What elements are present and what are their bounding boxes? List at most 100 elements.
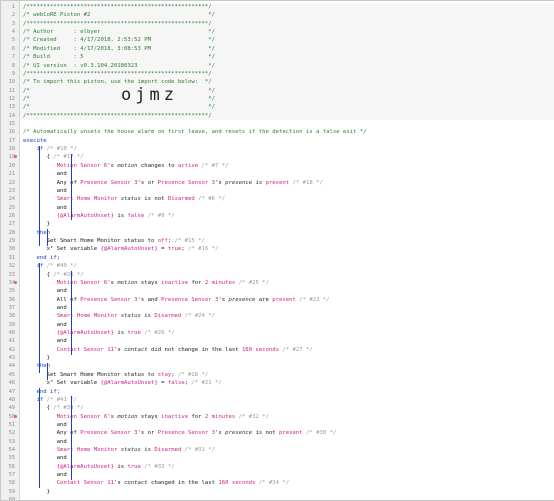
line-number: 18: [8, 146, 15, 153]
code-line: 38 Smart Home Monitor status is Disarmed…: [1, 312, 554, 320]
code-token-plain: 's: [113, 346, 125, 353]
code-token-dim: /* #15 */: [171, 238, 205, 245]
code-token-dev: Presence Sensor 3: [161, 296, 219, 303]
code-token-cmt: /***************************************…: [23, 112, 212, 119]
code-line: 42 Contact Sensor 11's contact did not c…: [1, 346, 554, 354]
code-lines: 1 /**************************************…: [1, 3, 554, 500]
condition-group-bracket-1: [71, 154, 72, 220]
code-line: 19 { /* #17 */: [1, 153, 554, 161]
line-number: 25: [8, 204, 15, 211]
line-number: 31: [8, 254, 15, 261]
code-token-cmt: /* Author : elbyer */: [23, 29, 215, 36]
if-block-bracket-2: [39, 263, 40, 373]
line-number: 13: [8, 104, 15, 111]
code-line: 11 /* */: [1, 87, 554, 95]
code-token-attr: motion: [117, 162, 138, 169]
if-block-bracket-1: [39, 146, 40, 246]
code-line: 41 and: [1, 337, 554, 345]
code-token-plain: for: [188, 413, 205, 420]
line-number: 23: [8, 187, 15, 194]
code-token-plain: =: [157, 246, 168, 253]
code-token-cmt: /* Modified : 4/17/2018, 3:08:53 PM */: [23, 45, 215, 52]
code-text: { /* #26 */: [23, 271, 84, 279]
code-token-plain: and: [23, 304, 67, 311]
code-token-plain: and: [23, 338, 67, 345]
line-number: 12: [8, 95, 15, 102]
code-token-attr: contact: [124, 346, 148, 353]
code-text: Motion Sensor 6's motion stays inactive …: [23, 413, 269, 421]
code-text: and: [23, 337, 67, 345]
code-text: /* To import this piston, use the import…: [23, 78, 212, 86]
code-line: 27 }: [1, 220, 554, 228]
breakpoint-marker-icon[interactable]: [14, 414, 17, 418]
code-token-var: {@AlarmAutoUnset}: [100, 380, 158, 387]
code-line: 26 {@AlarmAutoUnset} is false /* #9 */: [1, 212, 554, 220]
code-token-plain: stays: [137, 413, 162, 420]
code-token-plain: 's: [113, 480, 125, 487]
code-token-val: Disarmed: [167, 196, 195, 203]
code-token-dim: /* #31 */: [181, 447, 216, 454]
code-token-dim: /* #10 */: [43, 146, 77, 153]
line-number: 29: [8, 238, 15, 245]
code-text: and: [23, 438, 67, 446]
code-line: 56 {@AlarmAutoUnset} is true /* #33 */: [1, 463, 554, 471]
code-token-dev: Presence Sensor 3: [80, 296, 138, 303]
code-text: and: [23, 454, 67, 462]
code-token-plain: is: [113, 212, 128, 219]
code-text: /***************************************…: [23, 20, 212, 28]
code-token-val: true: [127, 330, 141, 337]
code-token-plain: is not: [140, 196, 168, 203]
code-text: x² Set variable {@AlarmAutoUnset} = fals…: [23, 379, 222, 387]
code-token-attr: status: [120, 447, 141, 454]
code-token-dev: Smart Home Monitor: [56, 447, 118, 454]
line-number: 24: [8, 196, 15, 203]
code-token-attr: motion: [117, 279, 138, 286]
condition-group-bracket-3: [71, 396, 72, 480]
code-token-dim: /* #34 */: [255, 480, 290, 487]
code-text: /***************************************…: [23, 3, 212, 11]
code-line: 54 Smart Home Monitor status is Disarmed…: [1, 446, 554, 454]
code-line: 43 }: [1, 354, 554, 362]
code-token-plain: stays: [137, 279, 162, 286]
code-token-dim: /* #26 */: [140, 330, 175, 337]
code-token-plain: and: [23, 421, 67, 428]
code-editor[interactable]: 1 /**************************************…: [0, 0, 554, 501]
code-token-dim: /* #24 */: [181, 313, 216, 320]
code-token-attr: presence: [225, 430, 253, 437]
breakpoint-marker-icon[interactable]: [14, 280, 17, 284]
code-text: if /* #40 */: [23, 262, 76, 270]
line-number: 48: [8, 396, 15, 403]
line-number: 6: [11, 45, 15, 52]
code-text: end if;: [23, 388, 60, 396]
line-number: 37: [8, 304, 15, 311]
code-token-cmt: /* */: [23, 95, 215, 102]
line-number: 59: [8, 488, 15, 495]
code-token-dim: /* #39 */: [53, 405, 84, 412]
code-text: Contact Sensor 11's contact changed in t…: [23, 479, 289, 487]
line-number: 35: [8, 288, 15, 295]
code-line: 60: [1, 496, 554, 500]
code-token-plain: =: [157, 380, 168, 387]
code-token-val: false: [127, 212, 145, 219]
line-number: 10: [8, 79, 15, 86]
code-token-dim: /* #17 */: [53, 154, 84, 161]
code-token-dev: Smart Home Monitor: [56, 196, 118, 203]
line-number: 41: [8, 338, 15, 345]
code-text: /* */: [23, 87, 215, 95]
code-text: All of Presence Sensor 3's and Presence …: [23, 296, 330, 304]
line-number: 14: [8, 112, 15, 119]
code-token-dim: /* #9 */: [144, 212, 175, 219]
code-token-val: inactive: [161, 279, 189, 286]
code-token-plain: 's: [215, 179, 226, 186]
code-token-cmt: /* Created : 4/17/2018, 2:53:52 PM */: [23, 37, 215, 44]
code-text: then: [23, 229, 49, 237]
line-number: 1: [11, 4, 15, 10]
code-text: { /* #39 */: [23, 404, 84, 412]
code-line: 48 if /* #41 */: [1, 396, 554, 404]
code-token-attr: motion: [117, 413, 138, 420]
line-number: 58: [8, 480, 15, 487]
code-line: 58 Contact Sensor 11's contact changed i…: [1, 479, 554, 487]
line-number: 3: [11, 20, 15, 27]
